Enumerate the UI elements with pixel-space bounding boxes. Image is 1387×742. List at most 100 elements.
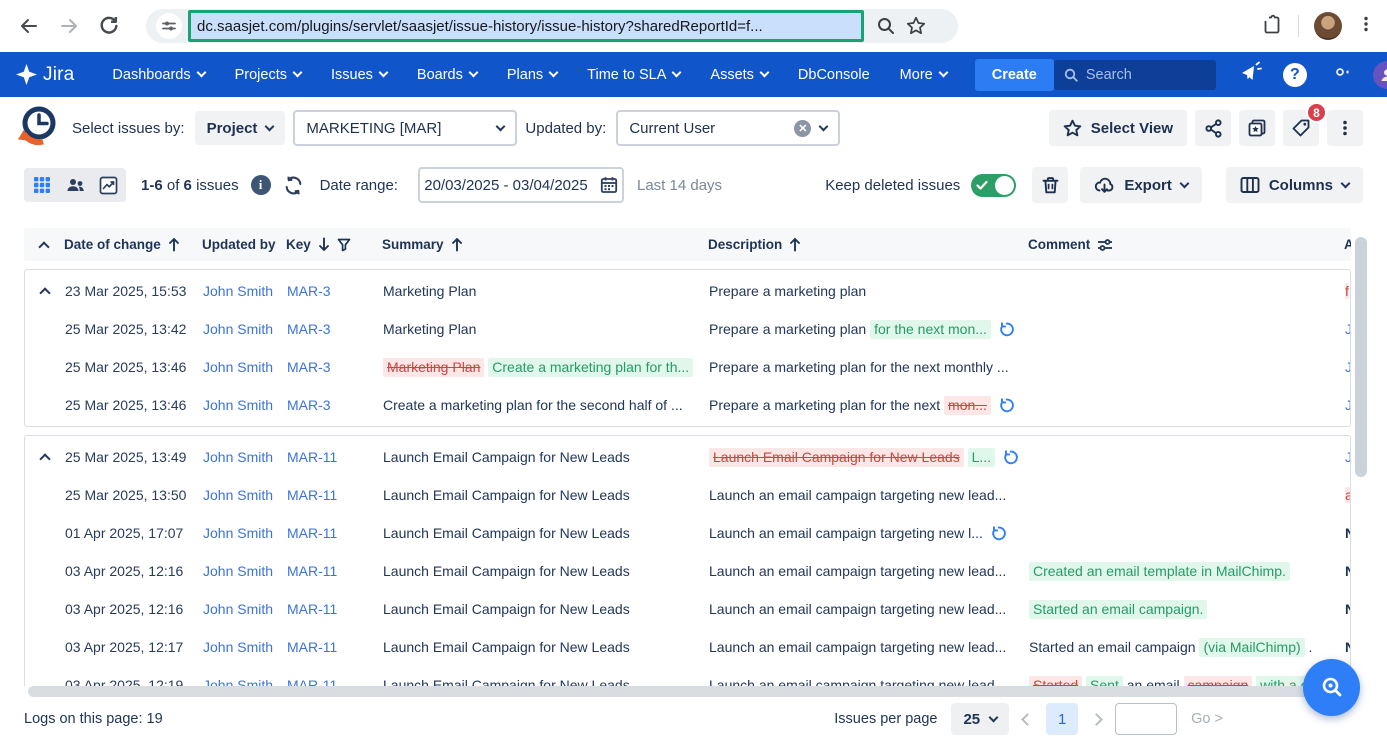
cell-updated-by-link[interactable]: John Smith [203,449,287,465]
nav-item-label: Assets [710,67,754,83]
cell-issue-key-link[interactable]: MAR-3 [287,283,383,299]
sort-asc-icon[interactable] [168,237,180,252]
info-icon[interactable]: i [251,175,271,195]
nav-item-dashboards[interactable]: Dashboards [112,67,204,83]
updated-by-select[interactable]: Current User ✕ [616,110,840,146]
collapse-group-icon[interactable] [39,287,50,298]
sort-desc-icon[interactable] [318,237,330,252]
keep-deleted-toggle[interactable] [971,174,1016,197]
cell-updated-by-link[interactable]: John Smith [203,639,287,655]
vertical-scrollbar[interactable] [1355,237,1367,477]
sort-asc-icon[interactable] [451,237,463,252]
zoom-icon[interactable] [876,16,896,36]
address-bar[interactable]: dc.saasjet.com/plugins/servlet/saasjet/i… [146,9,958,43]
url-field[interactable]: dc.saasjet.com/plugins/servlet/saasjet/i… [188,10,864,42]
per-page-dropdown[interactable]: 25 [951,703,1009,735]
export-button[interactable]: Export [1080,167,1202,203]
cell-updated-by-link[interactable]: John Smith [203,525,287,541]
browser-menu-icon[interactable] [1357,15,1375,38]
header-updated-by[interactable]: Updated by [202,237,286,252]
more-options-button[interactable] [1327,110,1363,146]
cell-issue-key-link[interactable]: MAR-11 [287,563,383,579]
select-view-button[interactable]: Select View [1049,110,1187,146]
view-switcher [24,168,126,202]
cell-updated-by-link[interactable]: John Smith [203,359,287,375]
back-icon[interactable] [18,15,40,37]
cell-issue-key-link[interactable]: MAR-11 [287,639,383,655]
goto-page-button[interactable]: Go > [1191,711,1223,727]
prev-page-icon[interactable] [1021,713,1034,726]
undo-change-icon[interactable] [990,525,1007,542]
help-icon[interactable]: ? [1283,63,1307,87]
nav-item-issues[interactable]: Issues [331,67,387,83]
cell-issue-key-link[interactable]: MAR-11 [287,487,383,503]
people-view-icon[interactable] [60,171,90,199]
nav-search[interactable] [1054,60,1216,90]
create-button[interactable]: Create [975,59,1054,91]
project-select[interactable]: MARKETING [MAR] [293,110,517,146]
columns-button[interactable]: Columns [1226,167,1363,203]
page-number[interactable]: 1 [1046,703,1078,735]
nav-item-boards[interactable]: Boards [417,67,477,83]
chart-view-icon[interactable] [93,171,123,199]
cell-issue-key-link[interactable]: MAR-3 [287,359,383,375]
cell-issue-key-link[interactable]: MAR-3 [287,397,383,413]
floating-search-button[interactable] [1303,659,1360,716]
bookmark-star-icon[interactable] [906,16,926,36]
cell-updated-by-link[interactable]: John Smith [203,321,287,337]
header-comment[interactable]: Comment [1028,237,1344,252]
comment-filter-icon[interactable] [1097,238,1113,252]
deleted-issues-button[interactable] [1032,167,1068,203]
cell-updated-by-link[interactable]: John Smith [203,487,287,503]
undo-change-icon[interactable] [1002,449,1019,466]
nav-item-time-to-sla[interactable]: Time to SLA [587,67,680,83]
cell-updated-by-link[interactable]: John Smith [203,677,287,686]
sort-asc-icon[interactable] [789,237,801,252]
reload-icon[interactable] [98,15,120,37]
cell-issue-key-link[interactable]: MAR-11 [287,525,383,541]
cell-issue-key-link[interactable]: MAR-11 [287,677,383,686]
undo-change-icon[interactable] [998,397,1015,414]
collapse-group-icon[interactable] [39,453,50,464]
issue-source-dropdown[interactable]: Project [195,111,286,145]
cell-text: Launch Email Campaign for New Leads [383,677,630,686]
gear-icon[interactable] [1328,60,1352,89]
date-range-input[interactable]: 20/03/2025 - 03/04/2025 [418,167,624,203]
saved-reports-button[interactable] [1239,110,1275,146]
extensions-icon[interactable] [1261,13,1283,40]
filter-funnel-icon[interactable] [337,238,351,252]
cell-issue-key-link[interactable]: MAR-11 [287,601,383,617]
browser-avatar[interactable] [1314,12,1342,40]
horizontal-scrollbar[interactable] [28,686,1350,697]
nav-item-more[interactable]: More [900,67,947,83]
header-description[interactable]: Description [708,237,1028,252]
cell-updated-by-link[interactable]: John Smith [203,563,287,579]
grid-view-icon[interactable] [27,171,57,199]
forward-icon[interactable] [58,15,80,37]
site-info-icon[interactable] [156,13,182,39]
nav-item-dbconsole[interactable]: DbConsole [798,67,870,83]
share-button[interactable] [1195,110,1231,146]
next-page-icon[interactable] [1090,713,1103,726]
collapse-all-icon[interactable] [38,241,49,252]
clear-icon[interactable]: ✕ [794,120,811,137]
cell-updated-by-link[interactable]: John Smith [203,601,287,617]
search-input[interactable] [1086,67,1206,83]
cell-issue-key-link[interactable]: MAR-11 [287,449,383,465]
goto-page-input[interactable] [1115,703,1177,735]
refresh-icon[interactable] [283,175,304,196]
header-summary[interactable]: Summary [382,237,708,252]
cell-updated-by-link[interactable]: John Smith [203,397,287,413]
jira-logo[interactable]: Jira [16,64,74,86]
undo-change-icon[interactable] [998,321,1015,338]
megaphone-icon[interactable] [1238,60,1262,89]
nav-item-projects[interactable]: Projects [235,67,301,83]
cell-updated-by-link[interactable]: John Smith [203,283,287,299]
nav-item-label: More [900,67,933,83]
header-key[interactable]: Key [286,237,382,252]
nav-item-plans[interactable]: Plans [507,67,557,83]
header-date-of-change[interactable]: Date of change [64,237,202,252]
nav-item-assets[interactable]: Assets [710,67,768,83]
user-avatar[interactable] [1373,61,1387,89]
cell-issue-key-link[interactable]: MAR-3 [287,321,383,337]
